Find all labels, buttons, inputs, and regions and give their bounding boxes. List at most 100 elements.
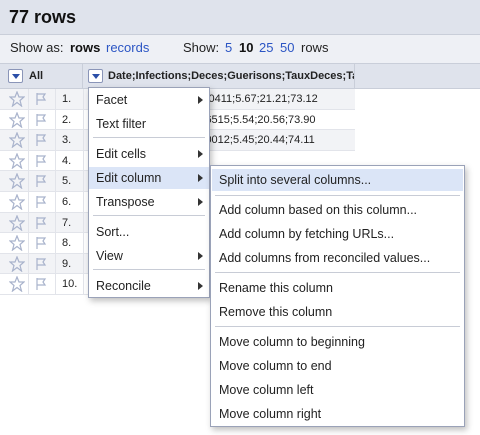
submenu-item-move-column-left[interactable]: Move column left: [212, 379, 463, 401]
chevron-right-icon: [198, 96, 203, 104]
menu-item-label: Facet: [96, 93, 128, 107]
submenu-item-remove-this-column[interactable]: Remove this column: [212, 301, 463, 323]
all-column-label: All: [29, 70, 44, 82]
menu-separator: [93, 137, 205, 138]
flag-icon[interactable]: [34, 236, 48, 250]
flag-icon[interactable]: [34, 133, 48, 147]
row-number: 3.: [62, 134, 72, 147]
show-as-records[interactable]: records: [106, 40, 149, 55]
menu-item-edit-cells[interactable]: Edit cells: [89, 143, 209, 165]
column-divider: [83, 191, 84, 212]
star-icon[interactable]: [8, 110, 26, 129]
column-divider: [28, 130, 29, 150]
menu-item-edit-column[interactable]: Edit column: [89, 167, 209, 189]
row-number: 6.: [62, 195, 72, 208]
chevron-right-icon: [198, 252, 203, 260]
flag-icon[interactable]: [34, 174, 48, 188]
page-size-50[interactable]: 50: [280, 40, 294, 55]
menu-separator: [93, 215, 205, 216]
menu-item-label: Text filter: [96, 117, 147, 131]
page-size-25[interactable]: 25: [259, 40, 273, 55]
menu-item-label: View: [96, 249, 123, 263]
column-divider: [55, 171, 56, 191]
menu-item-label: Transpose: [96, 195, 155, 209]
flag-icon[interactable]: [34, 113, 48, 127]
submenu-item-add-columns-from-reconciled-values[interactable]: Add columns from reconciled values...: [212, 247, 463, 269]
chevron-down-icon[interactable]: [8, 69, 23, 83]
column-divider: [83, 253, 84, 274]
column-divider: [83, 150, 84, 171]
menu-item-facet[interactable]: Facet: [89, 89, 209, 111]
star-icon[interactable]: [8, 234, 26, 252]
chevron-down-icon[interactable]: [88, 69, 103, 83]
star-icon[interactable]: [8, 213, 26, 232]
column-divider: [83, 109, 84, 130]
flag-icon[interactable]: [34, 257, 48, 271]
row-number: 10.: [62, 278, 78, 291]
column-divider: [28, 89, 29, 109]
flag-icon[interactable]: [34, 154, 48, 168]
column-divider: [28, 191, 29, 212]
submenu-item-add-column-by-fetching-urls[interactable]: Add column by fetching URLs...: [212, 223, 463, 245]
flag-icon[interactable]: [34, 92, 48, 106]
page-size-5[interactable]: 5: [225, 40, 232, 55]
column-divider: [28, 233, 29, 253]
column-divider: [28, 150, 29, 171]
column-divider: [83, 212, 84, 233]
submenu-item-rename-this-column[interactable]: Rename this column: [212, 277, 463, 299]
row-number: 2.: [62, 113, 72, 126]
menu-item-label: Reconcile: [96, 279, 151, 293]
column-divider: [83, 274, 84, 294]
table-header: All Date;Infections;Deces;Guerisons;Taux…: [0, 63, 480, 89]
menu-item-sort[interactable]: Sort...: [89, 221, 209, 243]
menu-separator: [215, 195, 460, 196]
flag-icon[interactable]: [34, 216, 48, 230]
menu-item-reconcile[interactable]: Reconcile: [89, 275, 209, 297]
view-controls: Show as: rows records Show: 5 10 25 50 r…: [0, 35, 480, 63]
column-divider: [83, 130, 84, 150]
column-divider: [28, 253, 29, 274]
data-column-header: Date;Infections;Deces;Guerisons;TauxDece…: [83, 64, 355, 88]
column-divider: [55, 233, 56, 253]
menu-item-label: Edit cells: [96, 147, 147, 161]
data-column-label: Date;Infections;Deces;Guerisons;TauxDece…: [108, 70, 355, 82]
show-as-label: Show as:: [10, 40, 64, 55]
show-label: Show:: [183, 40, 220, 55]
star-icon[interactable]: [8, 172, 26, 190]
column-divider: [83, 233, 84, 253]
column-divider: [28, 171, 29, 191]
show-as-rows[interactable]: rows: [70, 40, 100, 55]
menu-separator: [215, 272, 460, 273]
chevron-right-icon: [198, 150, 203, 158]
submenu-item-move-column-to-beginning[interactable]: Move column to beginning: [212, 331, 463, 353]
menu-separator: [93, 269, 205, 270]
menu-item-view[interactable]: View: [89, 245, 209, 267]
menu-separator: [215, 326, 460, 327]
star-icon[interactable]: [8, 152, 26, 170]
chevron-right-icon: [198, 174, 203, 182]
star-icon[interactable]: [8, 90, 26, 108]
star-icon[interactable]: [8, 255, 26, 273]
star-icon[interactable]: [8, 131, 26, 149]
row-number: 8.: [62, 237, 72, 250]
column-divider: [55, 253, 56, 274]
flag-icon[interactable]: [34, 277, 48, 291]
rows-suffix: rows: [301, 40, 329, 55]
star-icon[interactable]: [8, 193, 26, 211]
submenu-item-split-into-several-columns[interactable]: Split into several columns...: [212, 169, 463, 191]
flag-icon[interactable]: [34, 195, 48, 209]
submenu-item-move-column-to-end[interactable]: Move column to end: [212, 355, 463, 377]
row-number: 5.: [62, 175, 72, 188]
page-size-10[interactable]: 10: [239, 40, 253, 55]
submenu-item-add-column-based-on-this-column[interactable]: Add column based on this column...: [212, 199, 463, 221]
row-number: 7.: [62, 216, 72, 229]
menu-item-transpose[interactable]: Transpose: [89, 191, 209, 213]
column-divider: [55, 150, 56, 171]
column-divider: [55, 89, 56, 109]
column-divider: [55, 191, 56, 212]
column-divider: [28, 274, 29, 294]
submenu-item-move-column-right[interactable]: Move column right: [212, 403, 463, 425]
project-header: 77 rows: [0, 0, 480, 35]
menu-item-text-filter[interactable]: Text filter: [89, 113, 209, 135]
star-icon[interactable]: [8, 275, 26, 293]
